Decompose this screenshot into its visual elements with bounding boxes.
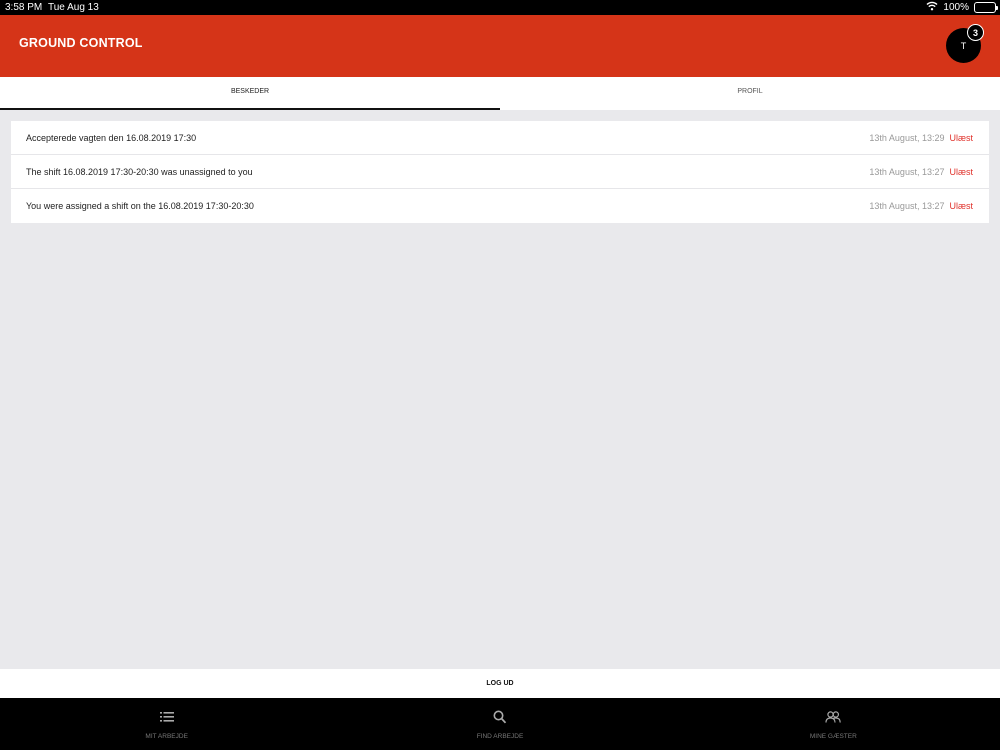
message-text: You were assigned a shift on the 16.08.2… <box>26 201 254 211</box>
status-date: Tue Aug 13 <box>48 2 99 13</box>
nav-label: MINE GÆSTER <box>809 733 857 740</box>
message-row[interactable]: You were assigned a shift on the 16.08.2… <box>11 189 989 223</box>
notification-badge: 3 <box>967 24 984 41</box>
wifi-icon <box>926 1 938 14</box>
message-status: Ulæst <box>949 132 973 143</box>
message-status: Ulæst <box>949 166 973 177</box>
nav-mit-arbejde[interactable]: MIT ARBEJDE <box>0 698 333 750</box>
status-time: 3:58 PM <box>5 2 43 13</box>
message-row[interactable]: Accepterede vagten den 16.08.2019 17:30 … <box>11 121 989 155</box>
message-time: 13th August, 13:27 <box>869 201 945 211</box>
nav-label: MIT ARBEJDE <box>145 733 188 740</box>
message-text: Accepterede vagten den 16.08.2019 17:30 <box>26 132 197 143</box>
nav-find-arbejde[interactable]: FIND ARBEJDE <box>333 698 666 750</box>
battery-percent: 100% <box>943 2 969 13</box>
status-right: 100% <box>926 1 998 14</box>
bottom-nav: MIT ARBEJDE FIND ARBEJDE MINE GÆSTER <box>0 698 1000 750</box>
logout-button[interactable]: LOG UD <box>0 669 1000 698</box>
message-time: 13th August, 13:29 <box>869 132 945 143</box>
list-icon <box>159 710 175 729</box>
message-list: Accepterede vagten den 16.08.2019 17:30 … <box>11 121 989 223</box>
nav-label: FIND ARBEJDE <box>476 733 524 740</box>
search-icon <box>492 710 508 729</box>
battery-icon <box>974 2 998 13</box>
app-header: GROUND CONTROL T 3 <box>0 15 1000 77</box>
nav-mine-gaester[interactable]: MINE GÆSTER <box>667 698 1000 750</box>
tab-beskeder[interactable]: BESKEDER <box>0 77 500 110</box>
message-time: 13th August, 13:27 <box>869 166 945 177</box>
app-title: GROUND CONTROL <box>19 36 143 50</box>
users-icon <box>825 710 842 729</box>
message-text: The shift 16.08.2019 17:30-20:30 was una… <box>26 166 253 177</box>
message-status: Ulæst <box>949 201 973 211</box>
status-bar: 3:58 PM Tue Aug 13 100% <box>0 0 1000 15</box>
message-row[interactable]: The shift 16.08.2019 17:30-20:30 was una… <box>11 155 989 189</box>
tab-profil[interactable]: PROFIL <box>500 77 1000 110</box>
tab-bar: BESKEDER PROFIL <box>0 77 1000 110</box>
